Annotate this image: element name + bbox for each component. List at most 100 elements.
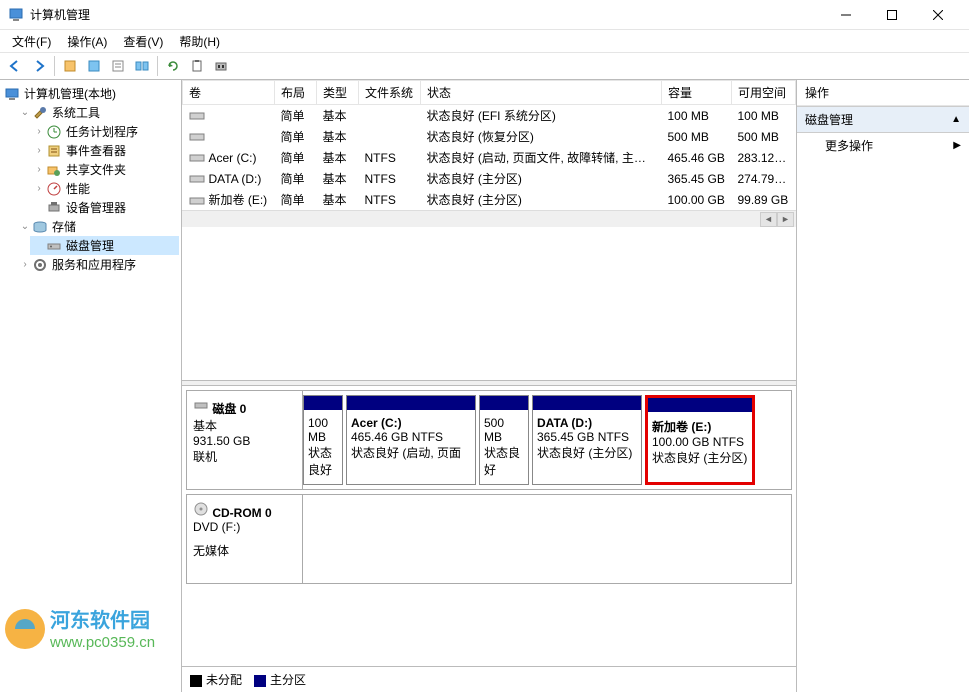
toolbar-btn-7[interactable] — [210, 55, 232, 77]
legend: 未分配 主分区 — [182, 666, 796, 692]
col-status[interactable]: 状态 — [421, 81, 662, 105]
tree-system-tools[interactable]: ⌄ 系统工具 — [16, 103, 179, 122]
tree-root[interactable]: 计算机管理(本地) — [2, 84, 179, 103]
collapse-icon[interactable]: › — [32, 145, 46, 156]
share-icon — [46, 162, 62, 178]
col-type[interactable]: 类型 — [317, 81, 359, 105]
tree-shared-folders[interactable]: › 共享文件夹 — [30, 160, 179, 179]
actions-section[interactable]: 磁盘管理 ▲ — [797, 106, 969, 133]
menu-help[interactable]: 帮助(H) — [171, 31, 228, 52]
col-fs[interactable]: 文件系统 — [359, 81, 421, 105]
collapse-icon[interactable]: › — [32, 183, 46, 194]
partition[interactable]: Acer (C:)465.46 GB NTFS状态良好 (启动, 页面 — [346, 395, 476, 485]
menu-view[interactable]: 查看(V) — [115, 31, 171, 52]
tree-disk-management-label: 磁盘管理 — [66, 237, 114, 254]
cdrom-icon — [193, 506, 209, 520]
close-button[interactable] — [915, 0, 961, 30]
tree-disk-management[interactable]: › 磁盘管理 — [30, 236, 179, 255]
legend-unallocated: 未分配 — [206, 673, 242, 687]
tree-storage-label: 存储 — [52, 218, 76, 235]
horizontal-scrollbar[interactable]: ◄► — [182, 210, 796, 227]
disk-0-header[interactable]: 磁盘 0 基本 931.50 GB 联机 — [187, 391, 303, 489]
tree-services-apps[interactable]: › 服务和应用程序 — [16, 255, 179, 274]
clock-icon — [46, 124, 62, 140]
services-icon — [32, 257, 48, 273]
menu-file[interactable]: 文件(F) — [4, 31, 59, 52]
partition[interactable]: 100 MB状态良好 — [303, 395, 343, 485]
partition[interactable]: 新加卷 (E:)100.00 GB NTFS状态良好 (主分区) — [645, 395, 755, 485]
computer-icon — [4, 86, 20, 102]
cdrom-line1: DVD (F:) — [193, 520, 296, 534]
storage-icon — [32, 219, 48, 235]
chevron-right-icon: ▶ — [953, 140, 961, 151]
forward-button[interactable] — [28, 55, 50, 77]
actions-more[interactable]: 更多操作 ▶ — [797, 133, 969, 158]
tree-task-scheduler[interactable]: › 任务计划程序 — [30, 122, 179, 141]
back-button[interactable] — [4, 55, 26, 77]
expand-icon[interactable]: ⌄ — [18, 107, 32, 118]
tree-event-viewer[interactable]: › 事件查看器 — [30, 141, 179, 160]
toolbar-btn-1[interactable] — [59, 55, 81, 77]
actions-more-label: 更多操作 — [825, 137, 873, 154]
menubar: 文件(F) 操作(A) 查看(V) 帮助(H) — [0, 30, 969, 52]
partition[interactable]: 500 MB状态良好 — [479, 395, 529, 485]
toolbar-btn-4[interactable] — [131, 55, 153, 77]
perf-icon — [46, 181, 62, 197]
table-row[interactable]: Acer (C:)简单基本NTFS状态良好 (启动, 页面文件, 故障转储, 主… — [183, 147, 796, 168]
col-free[interactable]: 可用空间 — [732, 81, 796, 105]
legend-primary: 主分区 — [270, 673, 306, 687]
volume-table: 卷 布局 类型 文件系统 状态 容量 可用空间 简单基本状态良好 (EFI 系统… — [182, 80, 796, 210]
actions-section-label: 磁盘管理 — [805, 111, 853, 128]
volume-table-container[interactable]: 卷 布局 类型 文件系统 状态 容量 可用空间 简单基本状态良好 (EFI 系统… — [182, 80, 796, 380]
refresh-button[interactable] — [162, 55, 184, 77]
table-row[interactable]: 简单基本状态良好 (EFI 系统分区)100 MB100 MB — [183, 105, 796, 127]
minimize-button[interactable] — [823, 0, 869, 30]
tools-icon — [32, 105, 48, 121]
toolbar-btn-3[interactable] — [107, 55, 129, 77]
disk-0-type: 基本 — [193, 417, 296, 434]
swatch-unallocated — [190, 675, 202, 687]
table-row[interactable]: DATA (D:)简单基本NTFS状态良好 (主分区)365.45 GB274.… — [183, 168, 796, 189]
col-layout[interactable]: 布局 — [275, 81, 317, 105]
tree-device-manager-label: 设备管理器 — [66, 199, 126, 216]
toolbar-btn-2[interactable] — [83, 55, 105, 77]
nav-tree[interactable]: 计算机管理(本地) ⌄ 系统工具 › 任务计划程序 › 事件查看器 › 共享文件… — [0, 80, 182, 692]
disk-0-row[interactable]: 磁盘 0 基本 931.50 GB 联机 100 MB状态良好Acer (C:)… — [186, 390, 792, 490]
table-row[interactable]: 简单基本状态良好 (恢复分区)500 MB500 MB — [183, 126, 796, 147]
collapse-icon[interactable]: ▲ — [951, 114, 961, 125]
maximize-button[interactable] — [869, 0, 915, 30]
menu-action[interactable]: 操作(A) — [59, 31, 115, 52]
swatch-primary — [254, 675, 266, 687]
collapse-icon[interactable]: › — [32, 126, 46, 137]
disk-graphical-view[interactable]: 磁盘 0 基本 931.50 GB 联机 100 MB状态良好Acer (C:)… — [182, 386, 796, 666]
tree-performance-label: 性能 — [66, 180, 90, 197]
actions-header: 操作 — [797, 80, 969, 106]
tree-task-scheduler-label: 任务计划程序 — [66, 123, 138, 140]
expand-icon[interactable]: ⌄ — [18, 221, 32, 232]
disk-0-name: 磁盘 0 — [212, 402, 246, 416]
main-panel: 卷 布局 类型 文件系统 状态 容量 可用空间 简单基本状态良好 (EFI 系统… — [182, 80, 797, 692]
disk-0-status: 联机 — [193, 448, 296, 465]
toolbar-btn-6[interactable] — [186, 55, 208, 77]
partition[interactable]: DATA (D:)365.45 GB NTFS状态良好 (主分区) — [532, 395, 642, 485]
tree-system-tools-label: 系统工具 — [52, 104, 100, 121]
app-icon — [8, 7, 24, 23]
col-volume[interactable]: 卷 — [183, 81, 275, 105]
toolbar — [0, 52, 969, 80]
disk-icon — [46, 238, 62, 254]
tree-storage[interactable]: ⌄ 存储 — [16, 217, 179, 236]
disk-icon — [193, 402, 209, 416]
collapse-icon[interactable]: › — [18, 259, 32, 270]
table-row[interactable]: 新加卷 (E:)简单基本NTFS状态良好 (主分区)100.00 GB99.89… — [183, 189, 796, 210]
tree-event-viewer-label: 事件查看器 — [66, 142, 126, 159]
collapse-icon[interactable]: › — [32, 164, 46, 175]
tree-device-manager[interactable]: › 设备管理器 — [30, 198, 179, 217]
tree-performance[interactable]: › 性能 — [30, 179, 179, 198]
tree-services-apps-label: 服务和应用程序 — [52, 256, 136, 273]
cdrom-header[interactable]: CD-ROM 0 DVD (F:) 无媒体 — [187, 495, 303, 583]
tree-shared-folders-label: 共享文件夹 — [66, 161, 126, 178]
cdrom-row[interactable]: CD-ROM 0 DVD (F:) 无媒体 — [186, 494, 792, 584]
titlebar: 计算机管理 — [0, 0, 969, 30]
col-capacity[interactable]: 容量 — [662, 81, 732, 105]
window-title: 计算机管理 — [30, 6, 823, 23]
